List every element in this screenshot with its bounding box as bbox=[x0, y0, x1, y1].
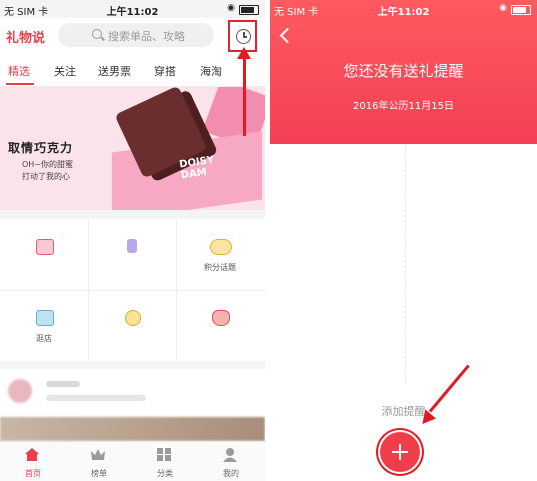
grid-item-ranking[interactable] bbox=[88, 219, 176, 290]
promo-banner[interactable]: DOISY DAM 取情巧克力 OH~你的甜蜜 打动了我的心 bbox=[0, 87, 265, 210]
gift-reminder-screen: 无 SIM 卡 上午11:02 ◉ 您还没有送礼提醒 2016年公历11月15日… bbox=[270, 0, 537, 481]
gift-icon bbox=[36, 239, 54, 255]
status-bar: 无 SIM 卡 上午11:02 ◉ bbox=[270, 0, 537, 18]
grid-item-lucky-bag[interactable] bbox=[176, 290, 264, 361]
status-time: 上午11:02 bbox=[106, 7, 159, 18]
grid-label-points: 积分话题 bbox=[204, 263, 236, 272]
battery-icon bbox=[511, 5, 531, 15]
battery-icon bbox=[239, 5, 259, 15]
category-icon bbox=[157, 448, 171, 461]
empty-reminder-title: 您还没有送礼提醒 bbox=[343, 62, 464, 80]
status-time: 上午11:02 bbox=[377, 7, 430, 18]
tab-overseas[interactable]: 海淘 bbox=[200, 63, 222, 79]
grid-item-points[interactable]: 积分话题 bbox=[176, 219, 264, 290]
feed-image-blurred bbox=[0, 417, 265, 441]
rotation-lock-icon: ◉ bbox=[227, 3, 235, 13]
tab-featured[interactable]: 精选 bbox=[8, 63, 30, 79]
add-reminder-label: 添加提醒 bbox=[381, 405, 426, 418]
reminder-header: 无 SIM 卡 上午11:02 ◉ 您还没有送礼提醒 2016年公历11月15日 bbox=[270, 0, 537, 144]
rotation-lock-icon: ◉ bbox=[499, 3, 507, 13]
status-bar: 无 SIM 卡 上午11:02 ◉ bbox=[0, 0, 265, 18]
crown-icon bbox=[91, 449, 105, 460]
category-tabs: 精选 关注 送男票 穿搭 海淘 bbox=[0, 54, 265, 87]
banner-tagline: 取情巧克力 bbox=[8, 141, 74, 155]
nav-profile[interactable]: 我的 bbox=[198, 442, 264, 481]
bottom-navigation: 首页 榜单 分类 我的 bbox=[0, 441, 265, 481]
back-icon[interactable] bbox=[279, 27, 296, 44]
app-logo: 礼物说 bbox=[6, 31, 46, 46]
search-icon bbox=[92, 29, 102, 39]
nav-home[interactable]: 首页 bbox=[0, 442, 66, 481]
feed-username-blurred bbox=[46, 381, 80, 387]
grid-item-badge[interactable] bbox=[88, 290, 176, 361]
lucky-bag-icon bbox=[212, 310, 230, 326]
tab-for-boyfriend[interactable]: 送男票 bbox=[98, 63, 131, 79]
timeline-line bbox=[405, 144, 406, 384]
nav-category[interactable]: 分类 bbox=[132, 442, 198, 481]
feature-grid: 积分话题 逛店 bbox=[0, 219, 265, 361]
feed-text-blurred bbox=[46, 395, 146, 401]
tab-outfits[interactable]: 穿搭 bbox=[154, 63, 176, 79]
home-icon bbox=[25, 448, 39, 461]
alarm-clock-icon bbox=[236, 29, 251, 44]
points-icon bbox=[210, 239, 232, 255]
rank-one-icon bbox=[127, 239, 137, 253]
tab-following[interactable]: 关注 bbox=[54, 63, 76, 79]
top-header: 礼物说 搜索单品、攻略 bbox=[0, 18, 265, 54]
search-input[interactable]: 搜索单品、攻略 bbox=[58, 23, 214, 47]
shop-icon bbox=[36, 310, 54, 326]
grid-item-gift[interactable] bbox=[0, 219, 88, 290]
nav-ranking[interactable]: 榜单 bbox=[66, 442, 132, 481]
user-icon bbox=[223, 448, 237, 462]
search-placeholder: 搜索单品、攻略 bbox=[108, 30, 185, 43]
grid-label-shop: 逛店 bbox=[36, 334, 52, 343]
add-reminder-button[interactable] bbox=[380, 432, 420, 472]
grid-item-shop[interactable]: 逛店 bbox=[0, 290, 88, 361]
badge-icon bbox=[125, 310, 141, 326]
app-home-screen: 无 SIM 卡 上午11:02 ◉ 礼物说 搜索单品、攻略 精选 关注 送男票 … bbox=[0, 0, 265, 481]
annotation-arrow-up bbox=[237, 47, 251, 136]
current-date: 2016年公历11月15日 bbox=[353, 101, 454, 112]
active-tab-indicator bbox=[6, 83, 34, 85]
avatar bbox=[8, 379, 32, 403]
banner-subtitle: OH~你的甜蜜 打动了我的心 bbox=[22, 160, 74, 181]
feed-post-blurred[interactable] bbox=[0, 369, 265, 441]
